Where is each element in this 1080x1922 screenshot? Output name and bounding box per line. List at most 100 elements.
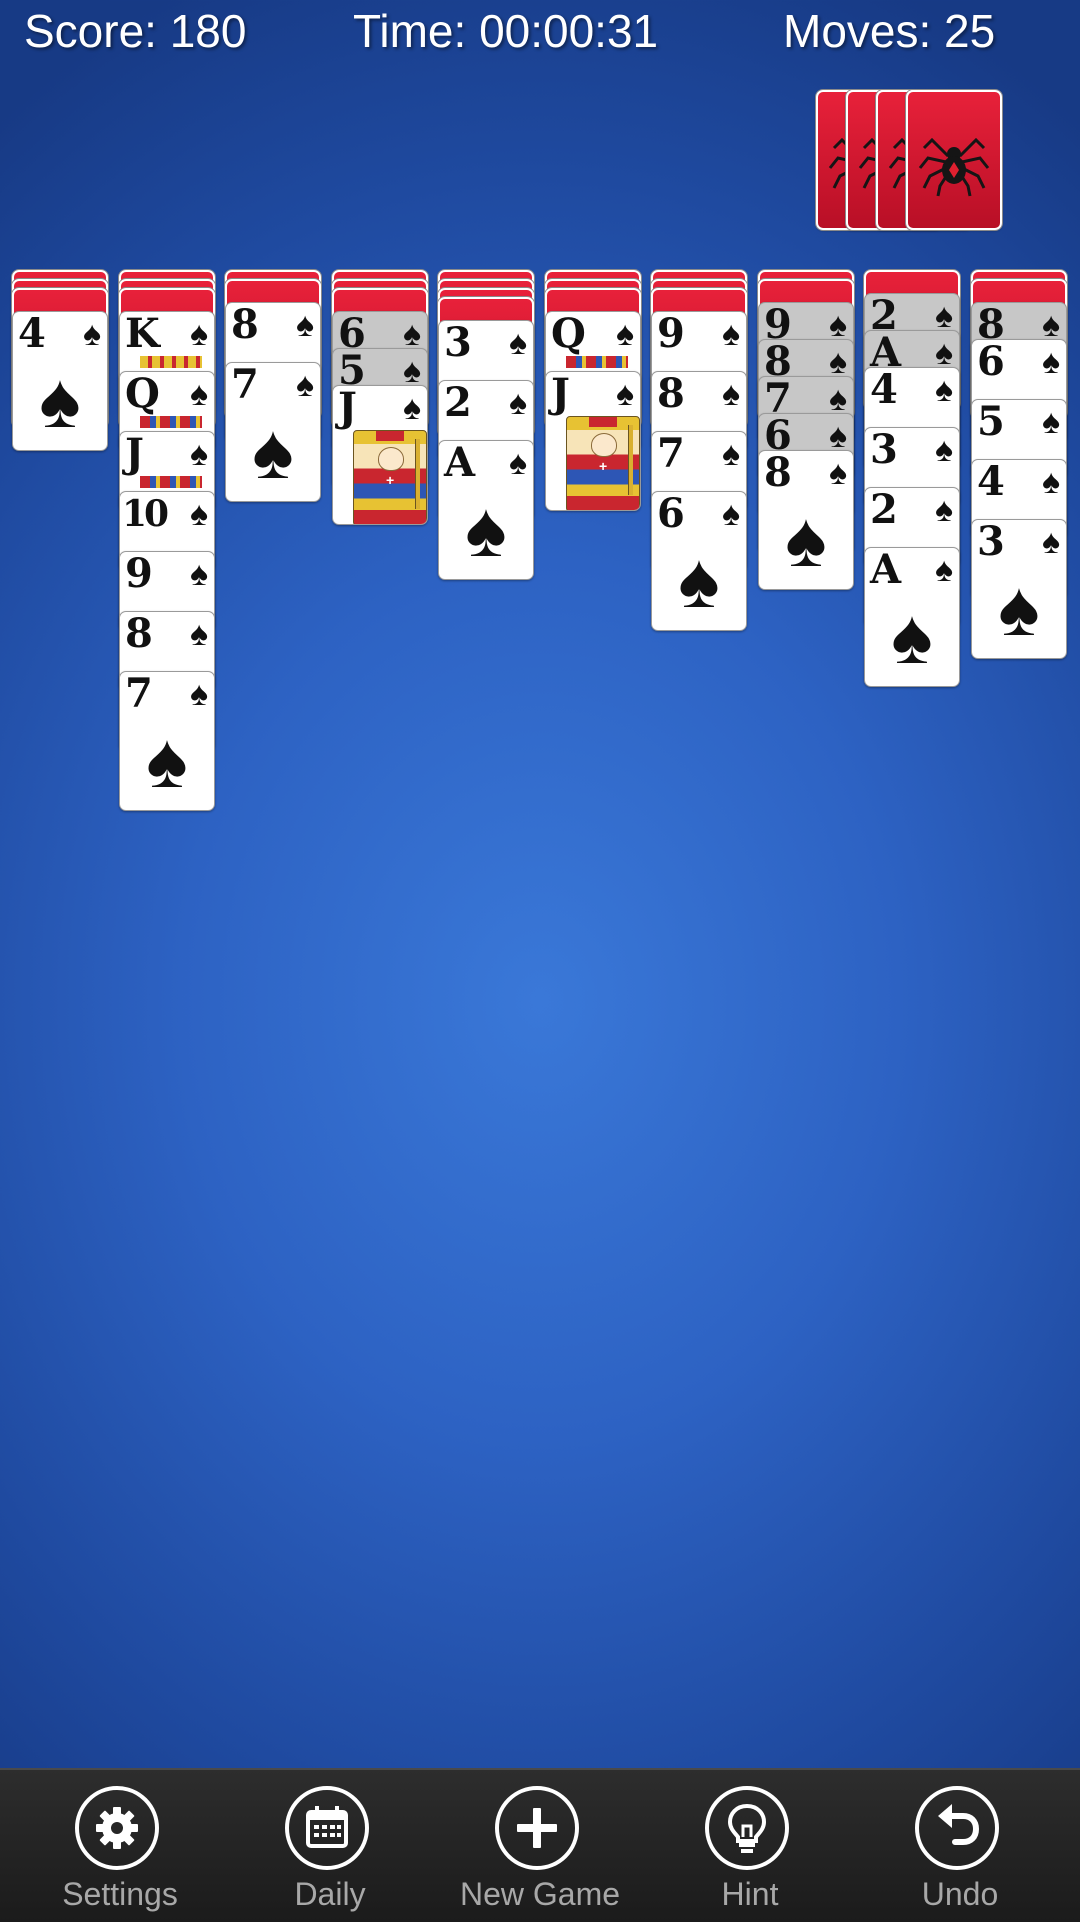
undo-button[interactable]: Undo — [860, 1784, 1060, 1918]
card-rank: 3 — [444, 320, 472, 366]
spade-icon: ♠ — [934, 371, 953, 409]
moves-display: Moves: 25 — [783, 5, 996, 57]
spade-icon: ♠ — [1041, 306, 1060, 344]
spider-icon — [918, 122, 990, 198]
card-rank: J — [551, 371, 570, 417]
plus-icon — [495, 1786, 579, 1870]
court-portrait-icon — [140, 416, 202, 428]
spade-icon: ♠ — [1041, 523, 1060, 561]
spade-icon: ♠ — [934, 334, 953, 372]
daily-button[interactable]: Daily — [230, 1784, 430, 1918]
card-rank: 6 — [657, 491, 685, 537]
card-rank: 2 — [870, 487, 898, 533]
spade-icon: ♠ — [402, 352, 421, 390]
card-rank: J — [125, 431, 144, 477]
daily-label: Daily — [294, 1876, 366, 1912]
card-rank: 8 — [125, 611, 153, 657]
playing-card[interactable]: J ♠ + — [545, 371, 641, 511]
spade-icon: ♠ — [295, 306, 314, 344]
spade-icon: ♠ — [508, 384, 527, 422]
spade-icon: ♠ — [508, 444, 527, 482]
playing-card[interactable]: 7 ♠ ♠ — [225, 362, 321, 502]
spade-icon: ♠ — [402, 389, 421, 427]
card-rank: 3 — [977, 519, 1005, 565]
undo-label: Undo — [921, 1876, 999, 1912]
spade-icon: ♠ — [615, 315, 634, 353]
card-rank: K — [125, 311, 160, 357]
playing-card[interactable]: 3 ♠ ♠ — [971, 519, 1067, 659]
settings-button[interactable]: Settings — [20, 1784, 220, 1918]
spade-icon: ♠ — [934, 431, 953, 469]
hud-bar: Score: 180 Time: 00:00:31 Moves: 25 — [0, 0, 1080, 70]
card-rank: 8 — [764, 450, 792, 496]
spade-icon: ♠ — [1041, 343, 1060, 381]
court-portrait-icon — [566, 356, 628, 368]
playing-card[interactable]: J ♠ + — [332, 385, 428, 525]
spade-icon: ♠ — [252, 407, 294, 495]
card-rank: 8 — [657, 371, 685, 417]
card-rank: A — [444, 440, 476, 486]
spade-icon: ♠ — [82, 315, 101, 353]
time-display: Time: 00:00:31 — [353, 5, 659, 57]
playing-card[interactable]: 7 ♠ ♠ — [119, 671, 215, 811]
new-game-button[interactable]: New Game — [440, 1784, 640, 1918]
playing-card[interactable]: A ♠ ♠ — [864, 547, 960, 687]
spade-icon: ♠ — [189, 615, 208, 653]
card-rank: 9 — [125, 551, 153, 597]
card-rank: 7 — [231, 362, 259, 408]
spade-icon: ♠ — [295, 366, 314, 404]
gear-icon — [75, 1786, 159, 1870]
card-rank: 4 — [18, 311, 46, 357]
card-rank: Q — [551, 311, 586, 357]
hint-label: Hint — [721, 1876, 779, 1912]
bottom-toolbar: Settings Daily New Game Hint Undo — [0, 1768, 1080, 1922]
score-display: Score: 180 — [24, 5, 247, 57]
spade-icon: ♠ — [828, 380, 847, 418]
playing-card[interactable]: A ♠ ♠ — [438, 440, 534, 580]
spade-icon: ♠ — [828, 417, 847, 455]
playing-card[interactable]: 8 ♠ ♠ — [758, 450, 854, 590]
card-rank: A — [870, 547, 902, 593]
spade-icon: ♠ — [785, 495, 827, 583]
undo-icon — [915, 1786, 999, 1870]
spade-icon: ♠ — [189, 315, 208, 353]
card-rank: J — [338, 385, 357, 431]
lightbulb-icon — [705, 1786, 789, 1870]
spade-icon: ♠ — [615, 375, 634, 413]
spade-icon: ♠ — [721, 495, 740, 533]
card-rank: 5 — [977, 399, 1005, 445]
settings-label: Settings — [62, 1876, 178, 1912]
card-rank: 10 — [122, 493, 169, 535]
spade-icon: ♠ — [721, 435, 740, 473]
playing-card[interactable]: 4 ♠ ♠ — [12, 311, 108, 451]
spade-icon: ♠ — [189, 495, 208, 533]
spade-icon: ♠ — [1041, 403, 1060, 441]
spade-icon: ♠ — [189, 555, 208, 593]
hint-button[interactable]: Hint — [650, 1784, 850, 1918]
card-rank: 7 — [657, 431, 685, 477]
spade-icon: ♠ — [828, 454, 847, 492]
spade-icon: ♠ — [39, 356, 81, 444]
card-rank: 4 — [977, 459, 1005, 505]
court-portrait-icon: + — [566, 416, 640, 510]
playing-card[interactable]: 6 ♠ ♠ — [651, 491, 747, 631]
spade-icon: ♠ — [146, 716, 188, 804]
spade-icon: ♠ — [828, 306, 847, 344]
card-rank: 7 — [125, 671, 153, 717]
spade-icon: ♠ — [934, 551, 953, 589]
spade-icon: ♠ — [721, 375, 740, 413]
spade-icon: ♠ — [721, 315, 740, 353]
spade-icon: ♠ — [189, 375, 208, 413]
card-rank: 3 — [870, 427, 898, 473]
stock-card[interactable] — [906, 90, 1002, 230]
card-rank: 8 — [231, 302, 259, 348]
calendar-icon — [285, 1786, 369, 1870]
court-portrait-icon — [140, 476, 202, 488]
spade-icon: ♠ — [508, 324, 527, 362]
card-rank: 2 — [444, 380, 472, 426]
spade-icon: ♠ — [189, 675, 208, 713]
spade-icon: ♠ — [1041, 463, 1060, 501]
spade-icon: ♠ — [891, 592, 933, 680]
spade-icon: ♠ — [934, 491, 953, 529]
card-rank: 6 — [977, 339, 1005, 385]
